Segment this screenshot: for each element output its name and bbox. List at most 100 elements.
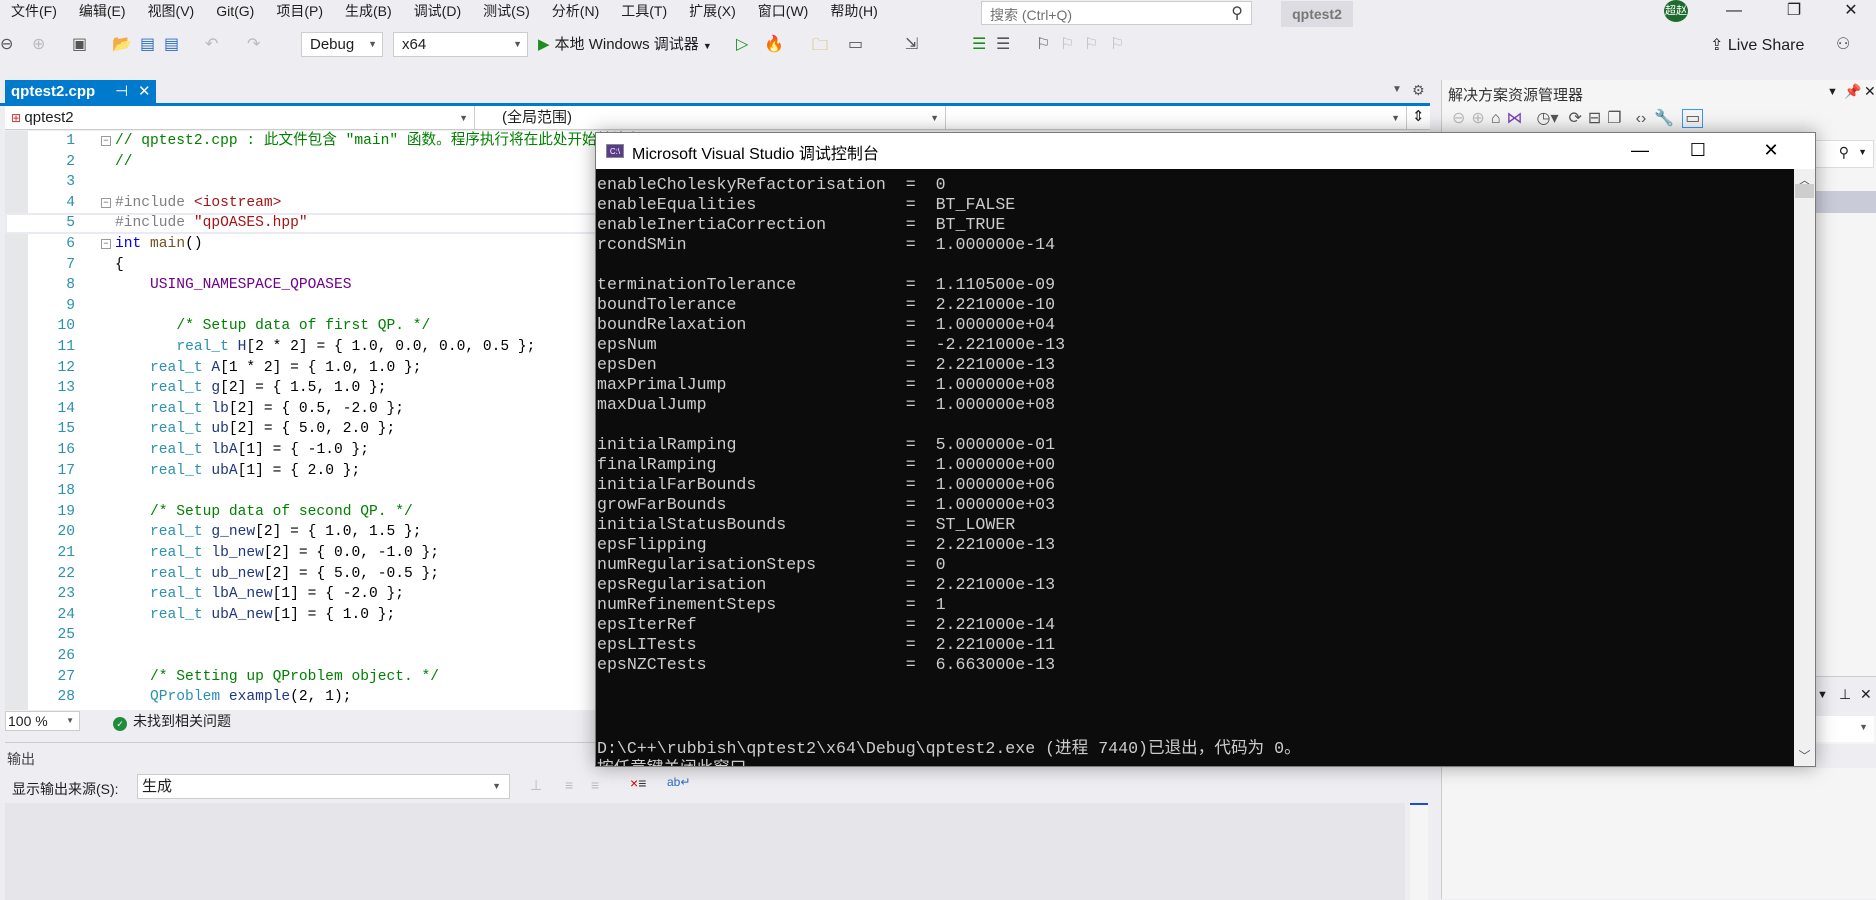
feedback-icon[interactable]: ⚇: [1836, 34, 1850, 54]
scroll-thumb[interactable]: [1795, 184, 1814, 198]
preview-icon[interactable]: ▭: [1682, 109, 1704, 128]
code-icon[interactable]: ‹›: [1636, 110, 1647, 127]
window-icon[interactable]: ▭: [848, 34, 863, 54]
hot-reload-icon[interactable]: 🔥: [764, 34, 784, 54]
prev-bookmark-icon[interactable]: ⚐: [1060, 34, 1074, 54]
pin-icon[interactable]: ⊥: [1839, 686, 1851, 703]
menu-item[interactable]: 编辑(E): [68, 0, 137, 28]
avatar[interactable]: 超赵: [1664, 0, 1688, 22]
forward-icon[interactable]: ⊕: [1471, 110, 1484, 127]
menu-item[interactable]: 扩展(X): [678, 0, 747, 28]
code-token: lb_new: [211, 545, 264, 561]
fold-toggle-icon[interactable]: −: [101, 136, 111, 146]
debug-console-window[interactable]: C:\ Microsoft Visual Studio 调试控制台 — ☐ ✕ …: [595, 132, 1816, 767]
navigation-bar: ⊞ qptest2 ▼ (全局范围) ▼ ▼ ⇕: [5, 106, 1430, 130]
gear-icon[interactable]: ⚙: [1412, 82, 1425, 99]
maximize-button[interactable]: ❐: [1771, 0, 1817, 24]
find-in-files-icon[interactable]: 🗀: [812, 34, 828, 61]
step-icon[interactable]: ⇲: [905, 34, 918, 54]
console-minimize-button[interactable]: —: [1611, 133, 1669, 169]
code-text: real_t H[2 * 2] = { 1.0, 0.0, 0.0, 0.5 }…: [115, 337, 535, 358]
forward-icon[interactable]: ⊕: [32, 34, 45, 54]
zoom-dropdown[interactable]: 100 % ▼: [5, 711, 80, 731]
start-without-debugging-icon[interactable]: ▷: [736, 34, 748, 54]
split-icon[interactable]: ⇕: [1412, 107, 1425, 125]
pin-icon[interactable]: 📌: [1844, 83, 1861, 100]
back-icon[interactable]: ⊖: [0, 34, 13, 54]
menu-item[interactable]: 项目(P): [265, 0, 334, 28]
menu-item[interactable]: 帮助(H): [819, 0, 888, 28]
pending-changes-icon[interactable]: ◷▾: [1536, 110, 1558, 127]
line-number: 6: [66, 236, 75, 252]
switch-views-icon[interactable]: ⋈: [1506, 110, 1522, 127]
undo-icon[interactable]: ↶: [205, 34, 218, 54]
menu-item[interactable]: 文件(F): [0, 0, 68, 28]
fold-toggle-icon[interactable]: −: [101, 197, 111, 208]
param-name: growFarBounds: [597, 495, 906, 514]
menu-item[interactable]: 测试(S): [472, 0, 541, 28]
pin-icon[interactable]: ⊣: [115, 80, 128, 104]
code-text: real_t g[2] = { 1.5, 1.0 };: [115, 378, 386, 399]
fold-toggle-icon[interactable]: −: [101, 239, 111, 249]
project-dropdown[interactable]: ⊞ qptest2 ▼: [5, 106, 475, 130]
menu-item[interactable]: 窗口(W): [747, 0, 820, 28]
console-app-icon: C:\: [606, 144, 624, 158]
output-source-dropdown[interactable]: 生成 ▼: [137, 774, 510, 799]
console-close-button[interactable]: ✕: [1727, 133, 1815, 169]
output-scrollbar[interactable]: [1410, 803, 1428, 900]
scroll-down-icon[interactable]: ﹀: [1794, 747, 1815, 764]
new-project-icon[interactable]: ▣: [72, 34, 87, 54]
home-icon[interactable]: ⌂: [1491, 110, 1501, 127]
issues-indicator[interactable]: ✓ 未找到相关问题: [113, 712, 231, 731]
open-file-icon[interactable]: 📂: [112, 34, 132, 54]
close-button[interactable]: ✕: [1828, 0, 1874, 24]
save-icon[interactable]: ▤: [140, 34, 155, 54]
start-debugging-button[interactable]: ▶ 本地 Windows 调试器 ▼: [538, 33, 712, 54]
menu-item[interactable]: 工具(T): [610, 0, 678, 28]
platform-dropdown[interactable]: x64 ▼: [393, 32, 528, 57]
member-dropdown[interactable]: ▼: [949, 106, 1407, 130]
back-icon[interactable]: ⊖: [1452, 110, 1465, 127]
close-panel-icon[interactable]: ✕: [1860, 686, 1872, 703]
comment-icon[interactable]: ☰: [972, 34, 986, 54]
close-panel-icon[interactable]: ✕: [1864, 83, 1876, 100]
window-position-icon[interactable]: ▼: [1827, 86, 1838, 98]
console-maximize-button[interactable]: ☐: [1669, 133, 1727, 169]
menu-item[interactable]: Git(G): [205, 0, 265, 28]
scope-dropdown[interactable]: (全局范围) ▼: [478, 106, 946, 130]
search-input[interactable]: 搜索 (Ctrl+Q) ⚲: [981, 1, 1252, 25]
console-scrollbar[interactable]: ︿ ﹀: [1794, 169, 1815, 766]
bookmark-icon[interactable]: ⚐: [1036, 34, 1050, 54]
goto-location-icon[interactable]: ⊥: [530, 777, 542, 794]
equals-sign: =: [905, 435, 936, 454]
console-output[interactable]: enableCholeskyRefactorisation = 0 enableE…: [597, 169, 1794, 766]
refresh-icon[interactable]: ⟳: [1568, 110, 1581, 127]
live-share-button[interactable]: ⇪ Live Share: [1710, 35, 1804, 55]
collapse-icon[interactable]: ⊟: [1588, 110, 1601, 127]
tab-qptest2-cpp[interactable]: qptest2.cpp ⊣ ✕: [5, 80, 156, 104]
menu-item[interactable]: 生成(B): [334, 0, 403, 28]
menu-item[interactable]: 视图(V): [137, 0, 206, 28]
wrench-icon[interactable]: 🔧: [1654, 110, 1674, 127]
next-bookmark-icon[interactable]: ⚐: [1084, 34, 1098, 54]
tab-list-icon[interactable]: ▼: [1392, 84, 1402, 95]
uncomment-icon[interactable]: ☰: [996, 34, 1010, 54]
previous-message-icon[interactable]: ≡: [565, 777, 573, 793]
console-line: epsLITests = 2.221000e-11: [597, 635, 1055, 655]
minimize-button[interactable]: —: [1711, 0, 1757, 24]
window-position-icon[interactable]: ▼: [1817, 689, 1828, 701]
save-all-icon[interactable]: ▤: [164, 34, 179, 54]
show-all-files-icon[interactable]: ❐: [1607, 110, 1621, 127]
menu-item[interactable]: 分析(N): [541, 0, 610, 28]
menu-item[interactable]: 调试(D): [403, 0, 472, 28]
clear-bookmarks-icon[interactable]: ⚐: [1110, 34, 1124, 54]
code-token: example: [228, 689, 291, 706]
output-content[interactable]: [5, 803, 1405, 900]
close-tab-icon[interactable]: ✕: [138, 80, 151, 104]
configuration-dropdown[interactable]: Debug ▼: [301, 32, 383, 57]
code-token: A: [211, 359, 221, 376]
word-wrap-icon[interactable]: ab↵: [667, 775, 690, 789]
clear-all-icon[interactable]: ×≡: [630, 775, 646, 791]
redo-icon[interactable]: ↷: [247, 34, 260, 54]
next-message-icon[interactable]: ≡: [591, 777, 599, 793]
